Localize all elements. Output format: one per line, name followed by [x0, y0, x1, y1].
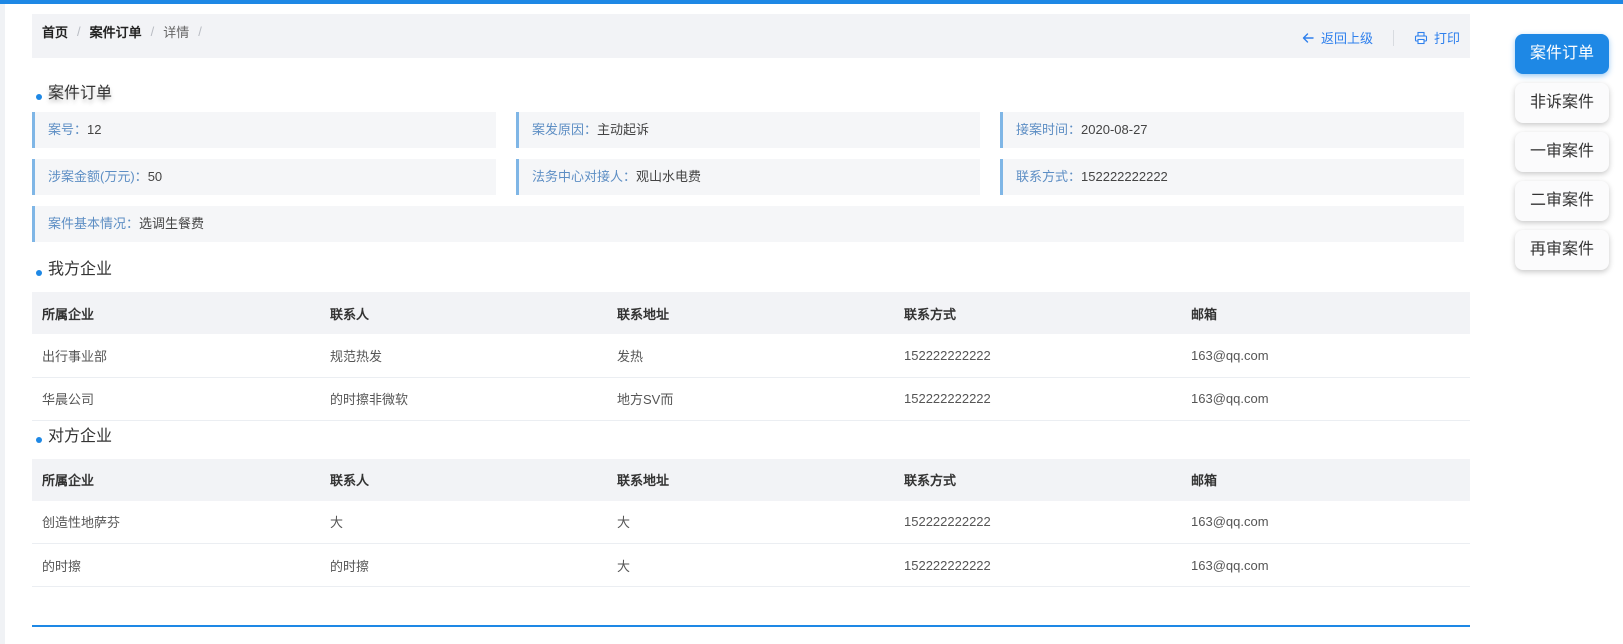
cell-company: 出行事业部 — [42, 348, 108, 364]
side-nav-case-orders[interactable]: 案件订单 — [1515, 34, 1609, 74]
column-header-phone: 联系方式 — [904, 473, 957, 488]
column-header-company: 所属企业 — [42, 473, 95, 488]
info-phone: 联系方式：152222222222 — [1000, 159, 1464, 195]
info-amount: 涉案金额(万元)：50 — [32, 159, 496, 195]
column-header-email: 邮箱 — [1191, 306, 1218, 322]
cell-phone: 152222222222 — [904, 557, 991, 573]
page-header: 首页 / 案件订单 / 详情 / 返回上级 打印 — [32, 14, 1470, 58]
table-header-row: 所属企业 联系人 联系地址 联系方式 邮箱 — [32, 458, 1470, 501]
breadcrumb-separator: / — [150, 24, 155, 39]
breadcrumb: 首页 / 案件订单 / 详情 / — [42, 22, 211, 41]
cell-address: 地方SV而 — [617, 392, 674, 407]
back-button-label: 返回上级 — [1320, 31, 1373, 46]
cell-company: 的时擦 — [42, 558, 82, 574]
column-header-contact: 联系人 — [330, 306, 370, 322]
section-title-order: 案件订单 — [32, 82, 1470, 106]
cell-address: 大 — [617, 558, 631, 574]
section-title-our-company: 我方企业 — [32, 258, 1470, 282]
section-title-text: 我方企业 — [48, 261, 113, 278]
cell-company: 创造性地萨芬 — [42, 515, 121, 531]
our-company-table: 所属企业 联系人 联系地址 联系方式 邮箱 出行事业部 规范热发 发热 1522… — [32, 292, 1470, 421]
arrow-left-icon — [1302, 32, 1314, 43]
breadcrumb-home[interactable]: 首页 — [42, 22, 68, 41]
print-button-label: 打印 — [1433, 31, 1460, 46]
section-title-text: 对方企业 — [48, 427, 113, 445]
order-info-grid: 案号：12 案发原因：主动起诉 接案时间：2020-08-27 涉案金额(万元)… — [32, 112, 1470, 242]
other-company-table: 所属企业 联系人 联系地址 联系方式 邮箱 创造性地萨芬 大 大 1522222… — [32, 458, 1470, 588]
info-case-summary: 案件基本情况：选调生餐费 — [32, 206, 1464, 242]
column-header-company: 所属企业 — [42, 306, 95, 322]
side-nav: 案件订单 非诉案件 一审案件 二审案件 再审案件 — [1515, 34, 1609, 270]
info-accept-time: 接案时间：2020-08-27 — [1000, 112, 1464, 148]
main-content: 首页 / 案件订单 / 详情 / 返回上级 打印 案件订单 案号：12 案发原因… — [32, 14, 1470, 587]
cell-address: 发热 — [617, 348, 644, 364]
printer-icon — [1414, 31, 1428, 44]
cell-phone: 152222222222 — [904, 514, 991, 530]
table-row: 出行事业部 规范热发 发热 152222222222 163@qq.com — [32, 334, 1470, 377]
breadcrumb-separator: / — [198, 24, 202, 39]
table-row: 创造性地萨芬 大 大 152222222222 163@qq.com — [32, 501, 1470, 544]
cell-address: 大 — [617, 515, 631, 531]
bottom-accent-line — [32, 625, 1470, 627]
left-edge — [0, 4, 5, 644]
column-header-email: 邮箱 — [1191, 473, 1218, 488]
cell-email: 163@qq.com — [1191, 514, 1269, 530]
top-accent-bar — [0, 0, 1623, 4]
info-case-cause: 案发原因：主动起诉 — [516, 112, 980, 148]
bullet-dot — [36, 436, 42, 443]
action-divider — [1392, 29, 1394, 46]
side-nav-second-instance[interactable]: 二审案件 — [1515, 181, 1609, 221]
column-header-phone: 联系方式 — [904, 306, 957, 322]
column-header-address: 联系地址 — [617, 306, 670, 322]
header-actions: 返回上级 打印 — [1301, 28, 1460, 47]
breadcrumb-orders[interactable]: 案件订单 — [90, 22, 142, 41]
side-nav-retrial[interactable]: 再审案件 — [1515, 230, 1609, 270]
cell-email: 163@qq.com — [1191, 347, 1269, 363]
cell-contact: 的时擦 — [330, 558, 370, 574]
cell-email: 163@qq.com — [1191, 391, 1269, 406]
bullet-dot — [36, 94, 42, 100]
section-title-text: 案件订单 — [48, 85, 113, 102]
column-header-address: 联系地址 — [617, 473, 670, 488]
table-row: 的时擦 的时擦 大 152222222222 163@qq.com — [32, 544, 1470, 587]
cell-contact: 大 — [330, 515, 344, 531]
breadcrumb-separator: / — [77, 24, 81, 39]
side-nav-first-instance[interactable]: 一审案件 — [1515, 132, 1609, 172]
info-case-number: 案号：12 — [32, 112, 496, 148]
side-nav-non-litigation[interactable]: 非诉案件 — [1515, 83, 1609, 123]
section-title-other-company: 对方企业 — [32, 425, 1470, 449]
table-row: 华晨公司 的时擦非微软 地方SV而 152222222222 163@qq.co… — [32, 377, 1470, 420]
bullet-dot — [36, 270, 42, 276]
table-header-row: 所属企业 联系人 联系地址 联系方式 邮箱 — [32, 292, 1470, 334]
cell-email: 163@qq.com — [1191, 557, 1269, 573]
breadcrumb-detail: 详情 — [163, 25, 190, 40]
info-legal-contact: 法务中心对接人：观山水电费 — [516, 159, 980, 195]
cell-phone: 152222222222 — [904, 347, 991, 363]
cell-contact: 规范热发 — [330, 348, 383, 364]
column-header-contact: 联系人 — [330, 473, 370, 488]
cell-phone: 152222222222 — [904, 391, 991, 406]
cell-contact: 的时擦非微软 — [330, 392, 409, 407]
print-button[interactable]: 打印 — [1414, 28, 1460, 47]
cell-company: 华晨公司 — [42, 392, 95, 407]
back-button[interactable]: 返回上级 — [1301, 28, 1373, 47]
